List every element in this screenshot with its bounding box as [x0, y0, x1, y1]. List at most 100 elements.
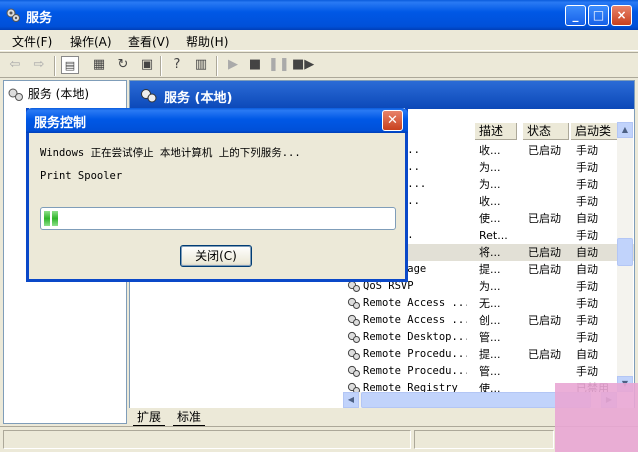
dialog-title: 服务控制: [34, 116, 87, 131]
tree-item-services-local[interactable]: 服务 (本地): [8, 85, 89, 102]
service-status: 已启动: [528, 212, 561, 225]
service-description: Ret...: [479, 229, 508, 242]
table-row[interactable]: Remote Access ... 创... 已启动 手动: [346, 312, 634, 329]
dialog-close-icon[interactable]: ✕: [382, 110, 403, 131]
scroll-left-arrow-icon[interactable]: ◀: [343, 392, 359, 408]
properties-icon[interactable]: ▦: [90, 56, 108, 74]
window-titlebar: 服务 _ □ ×: [0, 0, 638, 30]
service-description: 管...: [479, 331, 501, 344]
service-description: 管...: [479, 365, 501, 378]
service-gear-icon: [347, 297, 360, 309]
service-name: Remote Procedu...: [363, 365, 467, 377]
service-description: 将...: [479, 246, 501, 259]
service-startup-type: 手动: [576, 331, 598, 344]
forward-icon[interactable]: ⇨: [30, 56, 48, 74]
close-button[interactable]: ×: [611, 5, 632, 26]
service-gear-icon: [347, 365, 360, 377]
service-gear-icon: [347, 331, 360, 343]
service-description: 为...: [479, 161, 501, 174]
pane-header-title: 服务 (本地): [164, 91, 233, 106]
show-hide-tree-icon[interactable]: ▤: [61, 56, 79, 74]
service-status: 已启动: [528, 144, 561, 157]
service-startup-type: 手动: [576, 365, 598, 378]
menu-view[interactable]: 查看(V): [128, 33, 170, 50]
service-status: 已启动: [528, 314, 561, 327]
progress-block: [44, 211, 50, 226]
service-startup-type: 自动: [576, 263, 598, 276]
dialog-service-name: Print Spooler: [40, 170, 123, 182]
status-panel-secondary: [414, 430, 554, 449]
service-startup-type: 自动: [576, 348, 598, 361]
service-status: 已启动: [528, 246, 561, 259]
service-startup-type: 手动: [576, 280, 598, 293]
service-startup-type: 手动: [576, 161, 598, 174]
menu-bar: 文件(F) 操作(A) 查看(V) 帮助(H): [0, 30, 638, 51]
services-gear-icon: [8, 88, 23, 101]
stop-service-icon[interactable]: ■: [246, 56, 264, 74]
service-description: 提...: [479, 348, 501, 361]
services-gear-icon: [6, 8, 20, 22]
service-startup-type: 手动: [576, 229, 598, 242]
pause-service-icon[interactable]: ❚❚: [268, 56, 290, 74]
tree-item-label: 服务 (本地): [27, 87, 90, 101]
status-panel-main: [3, 430, 411, 449]
back-icon[interactable]: ⇦: [6, 56, 24, 74]
export-list-icon[interactable]: ▣: [138, 56, 156, 74]
service-description: 为...: [479, 178, 501, 191]
service-name: Remote Procedu...: [363, 348, 467, 360]
vertical-scrollbar[interactable]: ▲ ▼: [617, 122, 633, 392]
console-icon[interactable]: ▥: [192, 56, 210, 74]
service-startup-type: 自动: [576, 212, 598, 225]
start-service-icon[interactable]: ▶: [224, 56, 242, 74]
menu-help[interactable]: 帮助(H): [186, 33, 228, 50]
watermark-overlay: [555, 383, 638, 452]
services-gear-icon: [141, 89, 157, 103]
minimize-button[interactable]: _: [565, 5, 586, 26]
progress-bar: [40, 207, 396, 230]
progress-block: [52, 211, 58, 226]
service-startup-type: 手动: [576, 195, 598, 208]
vertical-scroll-thumb[interactable]: [617, 238, 633, 266]
service-status: 已启动: [528, 263, 561, 276]
service-gear-icon: [347, 348, 360, 360]
service-description: 无...: [479, 297, 501, 310]
table-row[interactable]: Remote Desktop... 管... 手动: [346, 329, 634, 346]
table-row[interactable]: Remote Procedu... 管... 手动: [346, 363, 634, 380]
dialog-message: Windows 正在尝试停止 本地计算机 上的下列服务...: [40, 147, 301, 159]
tab-extended[interactable]: 扩展: [133, 408, 166, 426]
refresh-icon[interactable]: ↻: [114, 56, 132, 74]
service-startup-type: 手动: [576, 314, 598, 327]
service-status: 已启动: [528, 348, 561, 361]
service-startup-type: 自动: [576, 246, 598, 259]
dialog-titlebar: 服务控制 ✕: [26, 108, 408, 133]
table-row[interactable]: Remote Procedu... 提... 已启动 自动: [346, 346, 634, 363]
column-header-description[interactable]: 描述: [475, 123, 517, 140]
column-header-status[interactable]: 状态: [523, 123, 569, 140]
tab-standard[interactable]: 标准: [173, 408, 206, 426]
toolbar: ⇦ ⇨ ▤ ▦ ↻ ▣ ? ▥ ▶ ■ ❚❚ ■▶: [0, 52, 638, 78]
service-startup-type: 手动: [576, 297, 598, 310]
menu-action[interactable]: 操作(A): [70, 33, 112, 50]
dialog-close-button[interactable]: 关闭(C): [180, 245, 252, 267]
toolbar-separator: [54, 56, 56, 76]
scroll-up-arrow-icon[interactable]: ▲: [617, 122, 633, 138]
table-row[interactable]: Remote Access ... 无... 手动: [346, 295, 634, 312]
service-description: 收...: [479, 144, 501, 157]
status-bar: [0, 426, 638, 452]
service-description: 为...: [479, 280, 501, 293]
restart-service-icon[interactable]: ■▶: [292, 56, 314, 74]
toolbar-separator: [160, 56, 162, 76]
column-header-startup-type[interactable]: 启动类: [571, 123, 619, 140]
window-title: 服务: [26, 11, 53, 26]
service-description: 提...: [479, 263, 501, 276]
service-description: 使...: [479, 212, 501, 225]
toolbar-separator: [216, 56, 218, 76]
service-gear-icon: [347, 314, 360, 326]
pane-header: 服务 (本地): [130, 81, 634, 109]
service-description: 收...: [479, 195, 501, 208]
maximize-button[interactable]: □: [588, 5, 609, 26]
help-icon[interactable]: ?: [168, 56, 186, 74]
service-name: Remote Desktop...: [363, 331, 467, 343]
menu-file[interactable]: 文件(F): [12, 33, 52, 50]
service-description: 创...: [479, 314, 501, 327]
